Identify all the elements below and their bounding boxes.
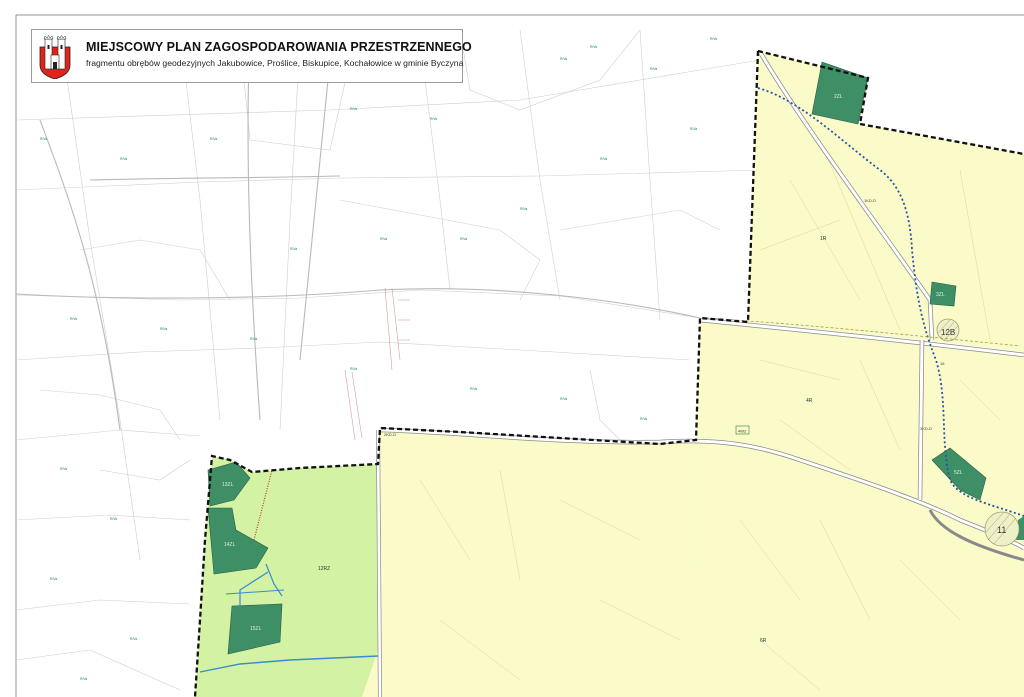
road-label-16: 16 xyxy=(940,361,945,366)
svg-text:RIVa: RIVa xyxy=(250,337,257,341)
svg-text:RIVa: RIVa xyxy=(520,207,527,211)
zone-label-15zl: 15ZL xyxy=(250,626,262,632)
zone-label-3zl: 3ZL xyxy=(936,292,945,298)
zone-label-5zl: 5ZL xyxy=(954,470,963,476)
svg-text:RIVa: RIVa xyxy=(560,397,567,401)
svg-text:RIVa: RIVa xyxy=(130,637,137,641)
plan-subtitle: fragmentu obrębów geodezyjnych Jakubowic… xyxy=(86,58,464,68)
svg-text:RIVa: RIVa xyxy=(560,57,567,61)
svg-text:RIVa: RIVa xyxy=(690,127,697,131)
svg-text:RIVa: RIVa xyxy=(710,37,717,41)
road-label-2kd-d: 2KD-D xyxy=(384,432,396,437)
zone-label-4wz: 4WZ xyxy=(738,429,747,434)
svg-text:RIVa: RIVa xyxy=(60,467,67,471)
svg-text:RIVa: RIVa xyxy=(350,367,357,371)
zone-6r-area[interactable] xyxy=(362,428,700,697)
svg-text:RIVa: RIVa xyxy=(110,517,117,521)
zone-label-6r: 6R xyxy=(760,638,767,644)
svg-text:RIVa: RIVa xyxy=(50,577,57,581)
marker-label-11: 11 xyxy=(997,525,1006,535)
road-label-1kd-d: 1KD-D xyxy=(864,198,876,203)
svg-text:RIVa: RIVa xyxy=(40,137,47,141)
town-crest-icon xyxy=(39,35,71,79)
svg-text:RIVa: RIVa xyxy=(80,677,87,681)
svg-text:RIVa: RIVa xyxy=(470,387,477,391)
svg-text:RIVa: RIVa xyxy=(210,137,217,141)
svg-text:RIVa: RIVa xyxy=(350,107,357,111)
svg-text:RIVa: RIVa xyxy=(290,247,297,251)
zone-label-2zl: 2ZL xyxy=(834,94,843,100)
svg-text:RIVa: RIVa xyxy=(70,317,77,321)
planning-map[interactable]: RIVa RIVa RIVa RIVa RIVa RIVa RIVa RIVa RIVa R… xyxy=(0,0,1024,697)
title-panel: MIEJSCOWY PLAN ZAGOSPODAROWANIA PRZESTRZ… xyxy=(31,29,472,83)
svg-text:RIVa: RIVa xyxy=(590,45,597,49)
marker-label-12b: 12B xyxy=(941,328,955,337)
zone-label-13zl: 13ZL xyxy=(222,482,234,488)
zone-4r-area[interactable] xyxy=(696,318,1024,697)
svg-text:RIVa: RIVa xyxy=(460,237,467,241)
road-label-3kd-d: 3KD-D xyxy=(920,426,932,431)
zone-label-14zl: 14ZL xyxy=(224,542,236,548)
svg-text:RIVa: RIVa xyxy=(640,417,647,421)
svg-text:RIVa: RIVa xyxy=(160,327,167,331)
svg-text:RIVa: RIVa xyxy=(650,67,657,71)
svg-text:RIVa: RIVa xyxy=(430,117,437,121)
zone-label-1r: 1R xyxy=(820,236,827,242)
svg-text:RIVa: RIVa xyxy=(120,157,127,161)
zone-label-12rz: 12RZ xyxy=(318,566,330,572)
svg-text:RIVa: RIVa xyxy=(380,237,387,241)
svg-text:RIVa: RIVa xyxy=(600,157,607,161)
zone-4wz-box[interactable]: 4WZ xyxy=(735,425,750,435)
zone-label-4r: 4R xyxy=(806,398,813,404)
plan-title: MIEJSCOWY PLAN ZAGOSPODAROWANIA PRZESTRZ… xyxy=(86,40,472,54)
